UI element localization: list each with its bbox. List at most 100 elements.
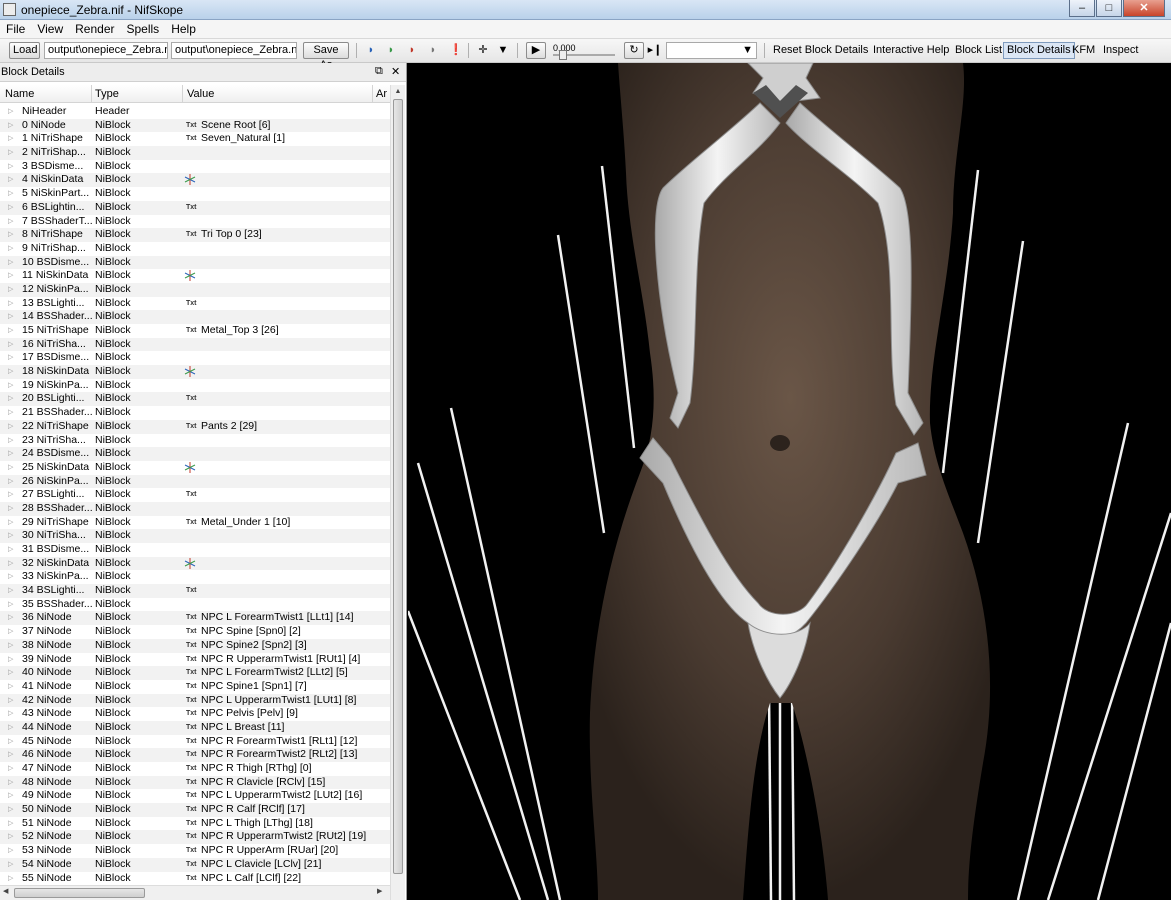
view-mode-icon[interactable]: ◗ [363,43,379,58]
table-row[interactable]: ▷ 25 NiSkinData NiBlock [0,461,390,475]
table-row[interactable]: ▷ 14 BSShader... NiBlock [0,310,390,324]
column-args[interactable]: Ar [376,88,387,100]
table-row[interactable]: ▷ 2 NiTriShap... NiBlock [0,146,390,160]
expand-arrow-icon[interactable]: ▷ [8,762,13,776]
table-row[interactable]: ▷ 28 BSShader... NiBlock [0,501,390,516]
loop-button[interactable]: ↻ [624,42,644,59]
time-slider-handle[interactable] [559,50,567,60]
menu-view[interactable]: View [31,20,69,36]
render-viewport[interactable] [408,63,1171,900]
expand-arrow-icon[interactable]: ▷ [8,351,13,365]
expand-arrow-icon[interactable]: ▷ [8,872,13,886]
lighting-icon[interactable]: ❗ [448,43,464,58]
table-row[interactable]: ▷ 40 NiNode NiBlock Txt NPC L ForearmTwist2 … [0,666,390,680]
inspect-button[interactable]: Inspect [1103,43,1138,58]
table-row[interactable]: ▷ 42 NiNode NiBlock Txt NPC L UpperarmTwist1… [0,693,390,708]
block-details-button[interactable]: Block Details [1003,42,1075,59]
load-path-field[interactable]: output\onepiece_Zebra.nif [44,42,168,59]
table-row[interactable]: ▷ 5 NiSkinPart... NiBlock [0,187,390,201]
expand-arrow-icon[interactable]: ▷ [8,830,13,844]
expand-arrow-icon[interactable]: ▷ [8,776,13,790]
table-row[interactable]: ▷ 10 BSDisme... NiBlock [0,255,390,270]
expand-arrow-icon[interactable]: ▷ [8,639,13,653]
table-row[interactable]: ▷ 48 NiNode NiBlock Txt NPC R Clavicle [RClv… [0,775,390,790]
save-path-field[interactable]: output\onepiece_Zebra.nif [171,42,297,59]
minimize-button[interactable]: – [1069,0,1095,17]
expand-arrow-icon[interactable]: ▷ [8,434,13,448]
table-row[interactable]: ▷ 13 BSLighti... NiBlock Txt [0,297,390,311]
expand-arrow-icon[interactable]: ▷ [8,406,13,420]
table-row[interactable]: ▷ 15 NiTriShape NiBlock Txt Metal_Top 3 [26] [0,324,390,338]
table-row[interactable]: ▷ 20 BSLighti... NiBlock Txt [0,392,390,407]
undock-icon[interactable]: ⧉ [375,65,383,78]
expand-arrow-icon[interactable]: ▷ [8,735,13,749]
scroll-up-icon[interactable]: ▲ [391,85,405,98]
expand-arrow-icon[interactable]: ▷ [8,324,13,338]
horizontal-scrollbar[interactable]: ◀ ▶ [0,885,390,900]
view-mode-icon[interactable]: ◗ [383,43,399,58]
table-row[interactable]: ▷ NiHeader Header [0,105,390,119]
expand-arrow-icon[interactable]: ▷ [8,283,13,297]
expand-arrow-icon[interactable]: ▷ [8,584,13,598]
expand-arrow-icon[interactable]: ▷ [8,570,13,584]
menu-help[interactable]: Help [165,20,202,36]
table-row[interactable]: ▷ 29 NiTriShape NiBlock Txt Metal_Under 1 [1… [0,516,390,530]
view-mode-icon[interactable]: ◗ [404,43,420,58]
expand-arrow-icon[interactable]: ▷ [8,803,13,817]
scroll-left-icon[interactable]: ◀ [3,887,8,895]
expand-arrow-icon[interactable]: ▷ [8,297,13,311]
table-row[interactable]: ▷ 23 NiTriSha... NiBlock [0,434,390,448]
reset-block-details-button[interactable]: Reset Block Details [773,43,868,58]
column-value[interactable]: Value [187,88,214,100]
table-row[interactable]: ▷ 41 NiNode NiBlock Txt NPC Spine1 [Spn1] [7… [0,680,390,694]
table-row[interactable]: ▷ 1 NiTriShape NiBlock Txt Seven_Natural [1] [0,132,390,146]
play-button[interactable]: ▶ [526,42,546,59]
table-row[interactable]: ▷ 54 NiNode NiBlock Txt NPC L Clavicle [LClv… [0,857,390,872]
table-row[interactable]: ▷ 17 BSDisme... NiBlock [0,351,390,365]
expand-arrow-icon[interactable]: ▷ [8,748,13,762]
expand-arrow-icon[interactable]: ▷ [8,666,13,680]
table-row[interactable]: ▷ 50 NiNode NiBlock Txt NPC R Calf [RClf] [1… [0,803,390,817]
table-row[interactable]: ▷ 6 BSLightin... NiBlock Txt [0,200,390,215]
table-row[interactable]: ▷ 26 NiSkinPa... NiBlock [0,474,390,489]
table-row[interactable]: ▷ 3 BSDisme... NiBlock [0,160,390,174]
table-row[interactable]: ▷ 22 NiTriShape NiBlock Txt Pants 2 [29] [0,419,390,434]
expand-arrow-icon[interactable]: ▷ [8,694,13,708]
expand-arrow-icon[interactable]: ▷ [8,310,13,324]
table-row[interactable]: ▷ 49 NiNode NiBlock Txt NPC L UpperarmTwist2… [0,789,390,803]
table-row[interactable]: ▷ 19 NiSkinPa... NiBlock [0,379,390,393]
table-row[interactable]: ▷ 52 NiNode NiBlock Txt NPC R UpperarmTwist2… [0,830,390,845]
column-divider[interactable] [91,85,92,102]
switch-icon[interactable]: ▸❙ [647,43,663,58]
table-row[interactable]: ▷ 32 NiSkinData NiBlock [0,556,390,571]
expand-arrow-icon[interactable]: ▷ [8,269,13,283]
expand-arrow-icon[interactable]: ▷ [8,228,13,242]
expand-arrow-icon[interactable]: ▷ [8,447,13,461]
expand-arrow-icon[interactable]: ▷ [8,379,13,393]
scrollbar-thumb[interactable] [393,99,403,874]
close-button[interactable]: ✕ [1123,0,1165,17]
interactive-help-button[interactable]: Interactive Help [873,43,949,58]
table-row[interactable]: ▷ 12 NiSkinPa... NiBlock [0,282,390,297]
view-mode-icon[interactable]: ◗ [425,43,441,58]
expand-arrow-icon[interactable]: ▷ [8,119,13,133]
kfm-button[interactable]: KFM [1072,43,1095,58]
expand-arrow-icon[interactable]: ▷ [8,557,13,571]
table-row[interactable]: ▷ 45 NiNode NiBlock Txt NPC R ForearmTwist1 … [0,735,390,749]
table-row[interactable]: ▷ 33 NiSkinPa... NiBlock [0,570,390,584]
expand-arrow-icon[interactable]: ▷ [8,461,13,475]
table-row[interactable]: ▷ 30 NiTriSha... NiBlock [0,529,390,543]
table-row[interactable]: ▷ 9 NiTriShap... NiBlock [0,242,390,256]
axes-icon[interactable]: ✛ [475,43,491,58]
menu-render[interactable]: Render [69,20,120,36]
expand-arrow-icon[interactable]: ▷ [8,160,13,174]
expand-arrow-icon[interactable]: ▷ [8,502,13,516]
expand-arrow-icon[interactable]: ▷ [8,817,13,831]
expand-arrow-icon[interactable]: ▷ [8,201,13,215]
table-row[interactable]: ▷ 46 NiNode NiBlock Txt NPC R ForearmTwist2 … [0,748,390,762]
table-row[interactable]: ▷ 16 NiTriSha... NiBlock [0,337,390,352]
expand-arrow-icon[interactable]: ▷ [8,653,13,667]
maximize-button[interactable]: □ [1096,0,1122,17]
block-tree[interactable]: ▷ NiHeader Header ▷ 0 NiNode NiBlock Txt Scene … [0,105,390,885]
expand-arrow-icon[interactable]: ▷ [8,338,13,352]
